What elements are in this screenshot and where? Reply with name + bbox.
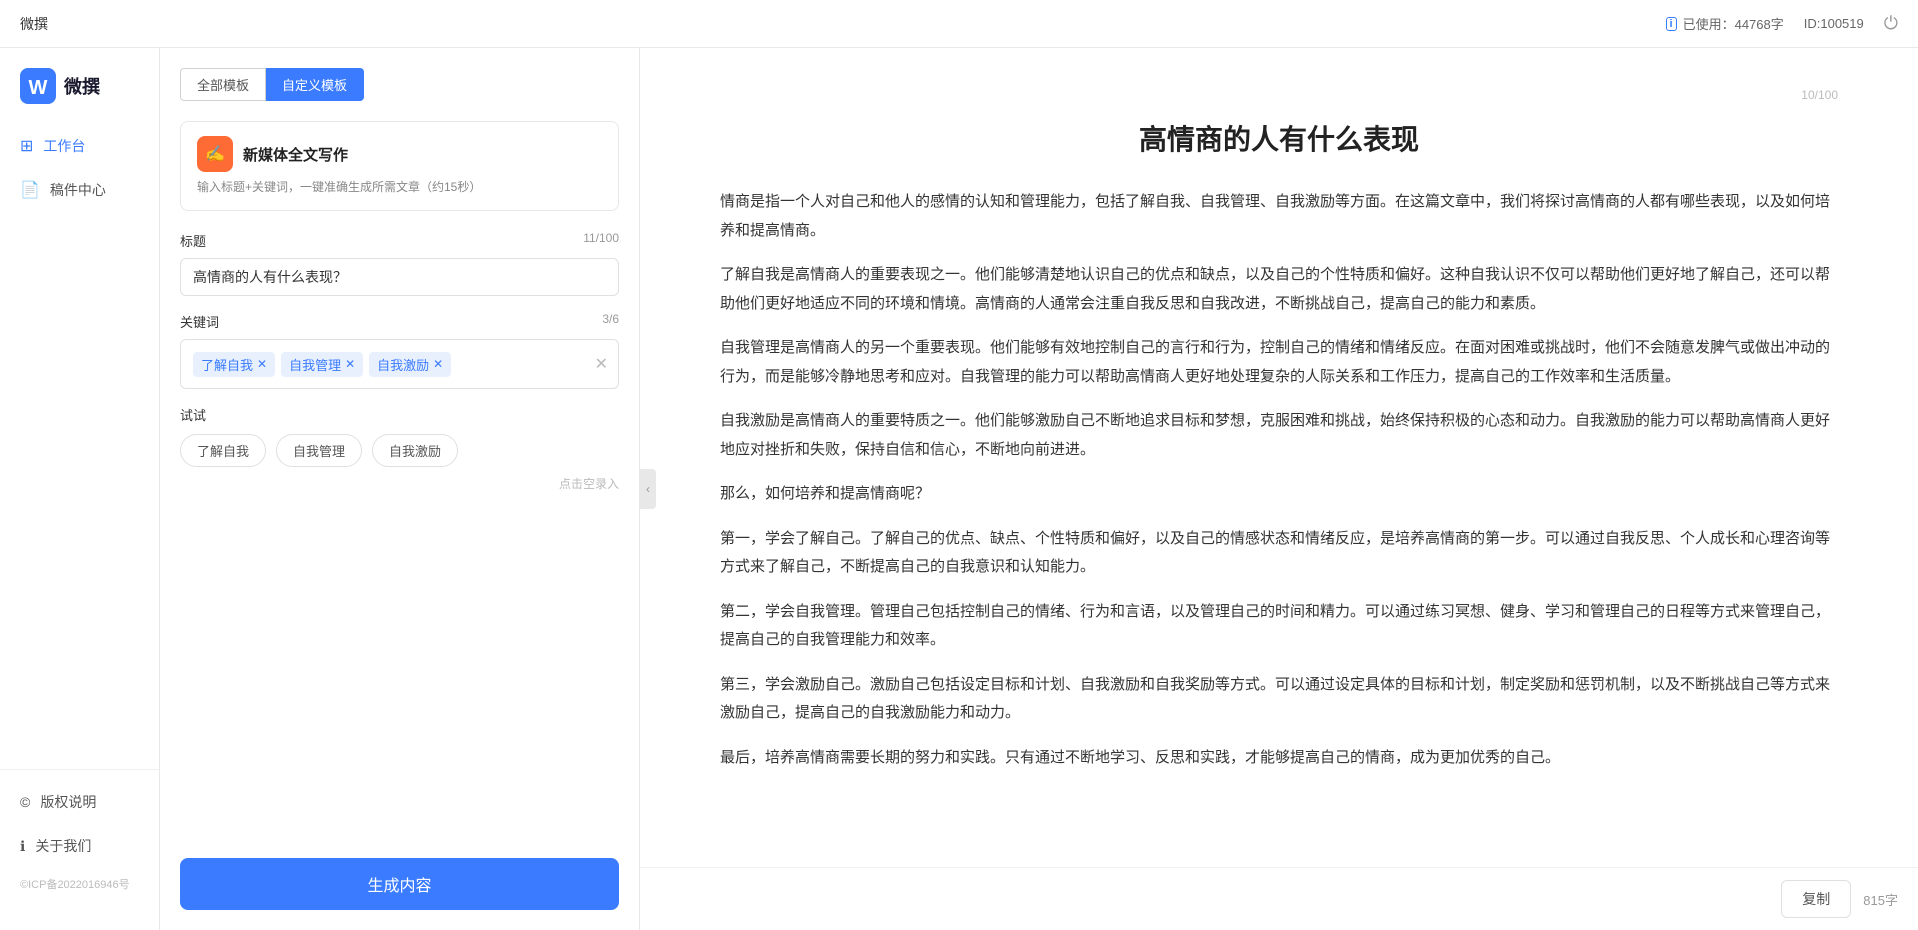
main-layout: W 微撰 ⊞ 工作台 📄 稿件中心 © 版权说明 ℹ 关于我们 © xyxy=(0,48,1918,930)
article-body: 情商是指一个人对自己和他人的感情的认知和管理能力，包括了解自我、自我管理、自我激… xyxy=(720,188,1838,772)
suggestion-chip-2[interactable]: 自我激励 xyxy=(372,434,458,467)
keyword-close-1[interactable]: ✕ xyxy=(345,357,355,371)
title-label: 标题 11/100 xyxy=(180,231,619,250)
keywords-area[interactable]: 了解自我 ✕ 自我管理 ✕ 自我激励 ✕ ✕ xyxy=(180,339,619,389)
header-right: i 已使用：44768字 ID:100519 ⏻ xyxy=(1666,13,1898,34)
tab-all[interactable]: 全部模板 xyxy=(180,68,266,101)
template-card-icon: ✍ xyxy=(197,136,233,172)
keyword-close-0[interactable]: ✕ xyxy=(257,357,267,371)
logo-area: W 微撰 xyxy=(0,68,159,124)
svg-text:W: W xyxy=(29,77,48,99)
header-left: 微撰 xyxy=(20,14,48,34)
template-card-title: 新媒体全文写作 xyxy=(243,144,348,165)
suggestions-label: 试试 xyxy=(180,405,619,424)
keyword-text-0: 了解自我 xyxy=(201,355,253,374)
article-para-0: 情商是指一个人对自己和他人的感情的认知和管理能力，包括了解自我、自我管理、自我激… xyxy=(720,188,1838,245)
header-title: 微撰 xyxy=(20,14,48,34)
article-para-5: 第一，学会了解自己。了解自己的优点、缺点、个性特质和偏好，以及自己的情感状态和情… xyxy=(720,525,1838,582)
keyword-text-2: 自我激励 xyxy=(377,355,429,374)
workspace-icon: ⊞ xyxy=(20,136,33,156)
sidebar-bottom: © 版权说明 ℹ 关于我们 ©ICP备2022016946号 xyxy=(0,769,159,910)
sidebar: W 微撰 ⊞ 工作台 📄 稿件中心 © 版权说明 ℹ 关于我们 © xyxy=(0,48,160,930)
id-text: ID:100519 xyxy=(1804,16,1864,31)
write-icon: ✍ xyxy=(205,144,225,164)
collapse-arrow[interactable]: ‹ xyxy=(640,469,656,509)
title-section: 标题 11/100 xyxy=(180,231,619,296)
about-icon: ℹ xyxy=(20,838,25,855)
logo-text: 微撰 xyxy=(64,73,100,99)
suggestion-chip-1[interactable]: 自我管理 xyxy=(276,434,362,467)
about-label: 关于我们 xyxy=(35,836,91,856)
copyright-icon: © xyxy=(20,794,30,810)
article-para-3: 自我激励是高情商人的重要特质之一。他们能够激励自己不断地追求目标和梦想，克服困难… xyxy=(720,407,1838,464)
sidebar-nav: ⊞ 工作台 📄 稿件中心 xyxy=(0,124,159,759)
article-para-6: 第二，学会自我管理。管理自己包括控制自己的情绪、行为和言语，以及管理自己的时间和… xyxy=(720,598,1838,655)
template-card-desc: 输入标题+关键词，一键准确生成所需文章（约15秒） xyxy=(197,178,602,196)
template-card-header: ✍ 新媒体全文写作 xyxy=(197,136,602,172)
keyword-tag-0: 了解自我 ✕ xyxy=(193,352,275,377)
usage-text: 已使用：44768字 xyxy=(1683,14,1784,33)
header-usage: i 已使用：44768字 xyxy=(1666,14,1784,33)
sidebar-item-label: 工作台 xyxy=(43,136,85,156)
suggestion-chip-0[interactable]: 了解自我 xyxy=(180,434,266,467)
article-para-8: 最后，培养高情商需要长期的努力和实践。只有通过不断地学习、反思和实践，才能够提高… xyxy=(720,744,1838,773)
icp-text: ©ICP备2022016946号 xyxy=(0,868,159,900)
sidebar-item-label: 稿件中心 xyxy=(50,180,106,200)
generate-button[interactable]: 生成内容 xyxy=(180,858,619,910)
sidebar-item-about[interactable]: ℹ 关于我们 xyxy=(0,824,159,868)
article-bottom: 复制 815字 xyxy=(640,867,1918,930)
word-count: 815字 xyxy=(1863,890,1898,909)
suggestions-section: 试试 了解自我 自我管理 自我激励 点击空录入 xyxy=(180,405,619,492)
keywords-count: 3/6 xyxy=(602,312,619,331)
keyword-close-2[interactable]: ✕ xyxy=(433,357,443,371)
article-para-4: 那么，如何培养和提高情商呢？ xyxy=(720,480,1838,509)
generate-btn-area: 生成内容 xyxy=(180,842,619,910)
article-para-7: 第三，学会激励自己。激励自己包括设定目标和计划、自我激励和自我奖励等方式。可以通… xyxy=(720,671,1838,728)
drafts-icon: 📄 xyxy=(20,180,40,200)
article-title: 高情商的人有什么表现 xyxy=(720,118,1838,158)
title-count: 11/100 xyxy=(583,231,619,250)
keywords-label: 关键词 3/6 xyxy=(180,312,619,331)
suggestions-row: 了解自我 自我管理 自我激励 xyxy=(180,434,619,467)
keyword-tag-1: 自我管理 ✕ xyxy=(281,352,363,377)
template-tabs: 全部模板 自定义模板 xyxy=(180,68,619,101)
article-page-count: 10/100 xyxy=(720,88,1838,102)
copy-button[interactable]: 复制 xyxy=(1781,880,1851,918)
template-card[interactable]: ✍ 新媒体全文写作 输入标题+关键词，一键准确生成所需文章（约15秒） xyxy=(180,121,619,211)
keyword-tag-2: 自我激励 ✕ xyxy=(369,352,451,377)
header: 微撰 i 已使用：44768字 ID:100519 ⏻ xyxy=(0,0,1918,48)
sidebar-item-copyright[interactable]: © 版权说明 xyxy=(0,780,159,824)
power-icon[interactable]: ⏻ xyxy=(1884,13,1898,34)
i-icon: i xyxy=(1666,17,1677,31)
left-panel: 全部模板 自定义模板 ✍ 新媒体全文写作 输入标题+关键词，一键准确生成所需文章… xyxy=(160,48,640,930)
sidebar-item-workspace[interactable]: ⊞ 工作台 xyxy=(0,124,159,168)
keywords-clear-icon[interactable]: ✕ xyxy=(595,354,608,374)
tab-custom[interactable]: 自定义模板 xyxy=(266,68,364,101)
logo-icon: W xyxy=(20,68,56,104)
article-para-2: 自我管理是高情商人的另一个重要表现。他们能够有效地控制自己的言行和行为，控制自己… xyxy=(720,334,1838,391)
right-panel: 10/100 高情商的人有什么表现 情商是指一个人对自己和他人的感情的认知和管理… xyxy=(640,48,1918,930)
keyword-text-1: 自我管理 xyxy=(289,355,341,374)
article-para-1: 了解自我是高情商人的重要表现之一。他们能够清楚地认识自己的优点和缺点，以及自己的… xyxy=(720,261,1838,318)
keywords-section: 关键词 3/6 了解自我 ✕ 自我管理 ✕ 自我激励 ✕ xyxy=(180,312,619,389)
content-area: 全部模板 自定义模板 ✍ 新媒体全文写作 输入标题+关键词，一键准确生成所需文章… xyxy=(160,48,1918,930)
suggestions-hint: 点击空录入 xyxy=(180,475,619,492)
sidebar-item-drafts[interactable]: 📄 稿件中心 xyxy=(0,168,159,212)
article-area[interactable]: 10/100 高情商的人有什么表现 情商是指一个人对自己和他人的感情的认知和管理… xyxy=(640,48,1918,867)
title-input[interactable] xyxy=(180,258,619,296)
copyright-label: 版权说明 xyxy=(40,792,96,812)
